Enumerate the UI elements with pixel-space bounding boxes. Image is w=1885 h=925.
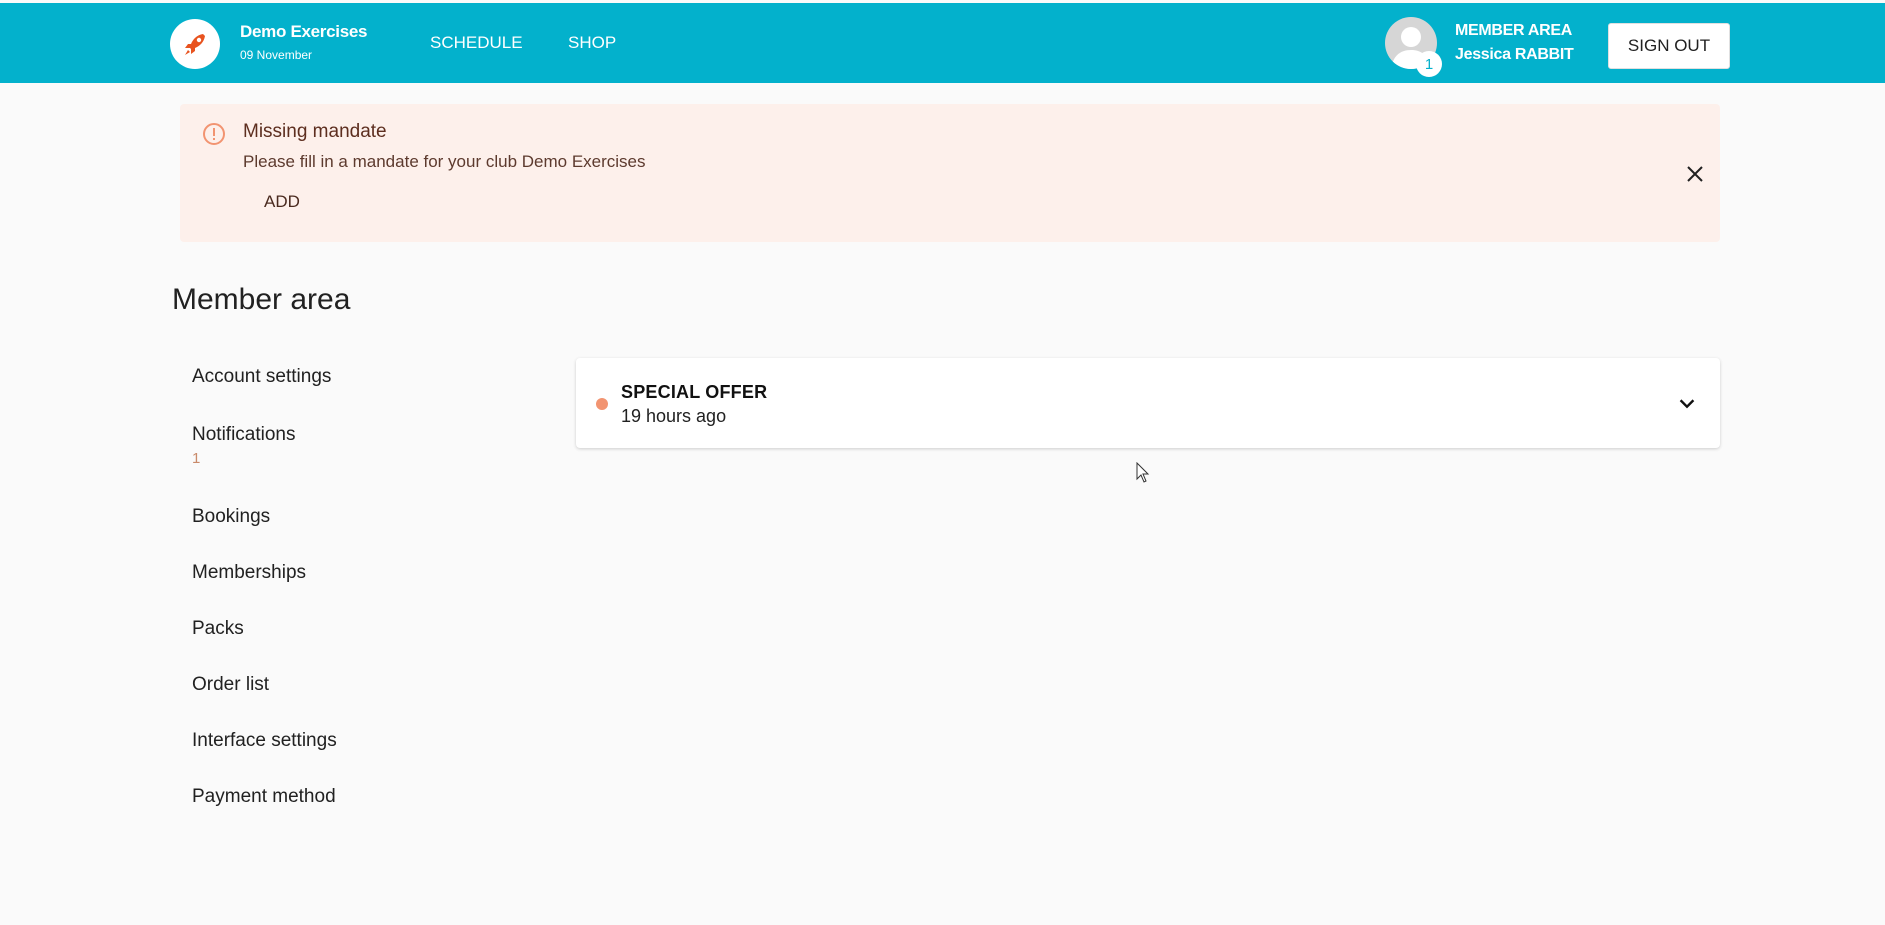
notifications-count: 1 <box>192 450 201 467</box>
sidebar-item-account-settings[interactable]: Account settings <box>192 366 331 388</box>
notification-card[interactable]: SPECIAL OFFER 19 hours ago <box>576 358 1720 448</box>
sidebar-item-packs[interactable]: Packs <box>192 618 244 640</box>
nav-shop[interactable]: SHOP <box>568 33 616 53</box>
user-name[interactable]: Jessica RABBIT <box>1455 46 1574 64</box>
alert-title: Missing mandate <box>243 121 387 142</box>
sidebar-item-notifications[interactable]: Notifications <box>192 424 296 446</box>
add-mandate-button[interactable]: ADD <box>264 192 300 212</box>
unread-dot <box>596 398 608 410</box>
missing-mandate-alert: Missing mandate Please fill in a mandate… <box>180 104 1720 242</box>
close-icon[interactable] <box>1683 162 1707 186</box>
sidebar-item-memberships[interactable]: Memberships <box>192 562 306 584</box>
member-area-label[interactable]: MEMBER AREA <box>1455 22 1572 40</box>
club-name[interactable]: Demo Exercises <box>240 22 367 42</box>
mouse-cursor-icon <box>1136 462 1150 483</box>
current-date: 09 November <box>240 48 313 62</box>
alert-message: Please fill in a mandate for your club D… <box>243 152 646 171</box>
alert-circle-icon <box>203 123 225 145</box>
page-title: Member area <box>172 283 351 316</box>
top-navigation-bar: Demo Exercises 09 November SCHEDULE SHOP… <box>0 3 1885 83</box>
sign-out-button[interactable]: SIGN OUT <box>1608 23 1730 69</box>
club-logo[interactable] <box>170 19 220 69</box>
notification-title: SPECIAL OFFER <box>621 382 768 402</box>
sidebar-item-order-list[interactable]: Order list <box>192 674 269 696</box>
notification-badge: 1 <box>1416 51 1442 77</box>
sidebar-item-payment-method[interactable]: Payment method <box>192 786 336 808</box>
rocket-icon <box>185 34 205 55</box>
sidebar-item-bookings[interactable]: Bookings <box>192 506 270 528</box>
chevron-down-icon[interactable] <box>1676 392 1698 414</box>
nav-schedule[interactable]: SCHEDULE <box>430 33 523 53</box>
sidebar-item-interface-settings[interactable]: Interface settings <box>192 730 337 752</box>
notification-time: 19 hours ago <box>621 406 727 426</box>
